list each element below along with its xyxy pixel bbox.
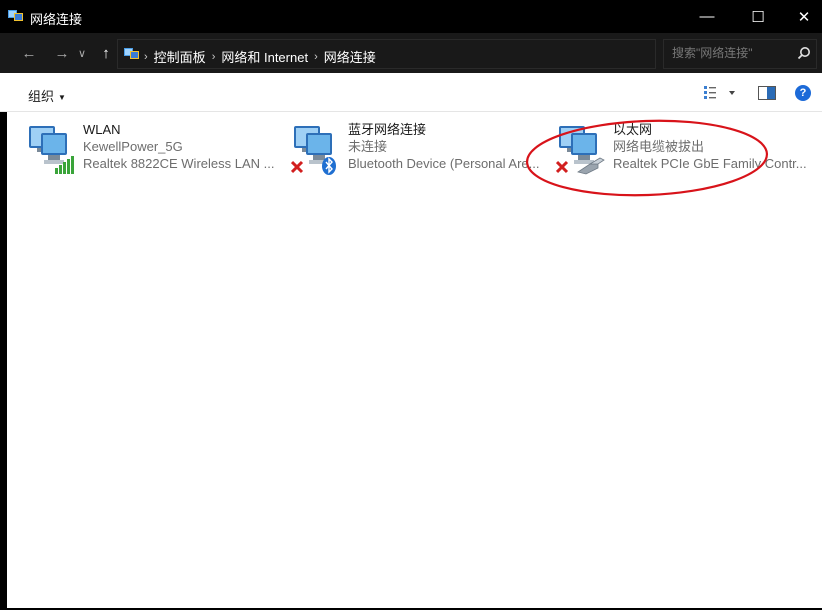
connection-status: 未连接 (348, 139, 388, 154)
forward-button[interactable]: → (51, 41, 73, 65)
preview-pane-icon[interactable] (758, 86, 776, 100)
search-input[interactable] (672, 46, 787, 60)
window-left-edge (0, 112, 7, 610)
breadcrumb-network-internet[interactable]: 网络和 Internet (221, 47, 308, 66)
chevron-down-icon: ▼ (58, 93, 66, 103)
search-box[interactable] (663, 39, 817, 69)
breadcrumb-separator: › (314, 50, 318, 63)
recent-locations-button[interactable]: ∨ (74, 41, 90, 65)
connection-device: Bluetooth Device (Personal Are... (348, 156, 540, 171)
connection-name: 蓝牙网络连接 (348, 122, 427, 137)
organize-label: 组织 (28, 89, 55, 104)
network-connections-window: 网络连接 — ☐ ✕ ← → ∨ ↑ › 控制面板 › 网络和 Internet… (0, 0, 822, 610)
connection-device: Realtek 8822CE Wireless LAN ... (83, 156, 275, 171)
breadcrumb-separator: › (211, 50, 216, 63)
up-button[interactable]: ↑ (96, 41, 116, 65)
organize-menu[interactable]: 组织 ▼ (28, 86, 66, 105)
address-bar: ← → ∨ ↑ › 控制面板 › 网络和 Internet › 网络连接 ∨ ↻ (0, 33, 822, 73)
help-button[interactable]: ? (795, 85, 811, 101)
connection-text: 蓝牙网络连接 未连接 Bluetooth Device (Personal Ar… (348, 121, 540, 172)
connection-text: WLAN KewellPower_5G Realtek 8822CE Wirel… (83, 121, 274, 172)
maximize-button[interactable]: ☐ (735, 0, 781, 33)
window-title: 网络连接 (30, 12, 83, 27)
connection-item-bluetooth[interactable]: 蓝牙网络连接 未连接 Bluetooth Device (Personal Ar… (291, 120, 541, 180)
close-button[interactable]: ✕ (786, 0, 822, 33)
bluetooth-adapter-icon (291, 126, 336, 175)
change-view-icon[interactable] (703, 85, 737, 101)
breadcrumb: › 控制面板 › 网络和 Internet › 网络连接 (144, 47, 376, 66)
connection-name: WLAN (83, 122, 121, 137)
title-bar: 网络连接 — ☐ ✕ (0, 0, 822, 33)
breadcrumb-network-connections[interactable]: 网络连接 (324, 47, 376, 66)
command-bar: 组织 ▼ ? (0, 73, 822, 112)
address-field[interactable]: › 控制面板 › 网络和 Internet › 网络连接 ∨ ↻ (117, 39, 763, 69)
network-folder-icon (8, 10, 23, 21)
breadcrumb-control-panel[interactable]: 控制面板 (154, 47, 206, 66)
wifi-adapter-icon (29, 126, 74, 174)
annotation-circle (525, 119, 769, 197)
minimize-button[interactable]: — (684, 0, 730, 33)
search-icon[interactable] (797, 46, 811, 60)
breadcrumb-separator: › (144, 50, 148, 63)
connection-status: KewellPower_5G (83, 139, 183, 154)
back-button[interactable]: ← (18, 41, 40, 65)
control-panel-icon (124, 48, 139, 59)
connection-item-wlan[interactable]: WLAN KewellPower_5G Realtek 8822CE Wirel… (26, 120, 276, 180)
